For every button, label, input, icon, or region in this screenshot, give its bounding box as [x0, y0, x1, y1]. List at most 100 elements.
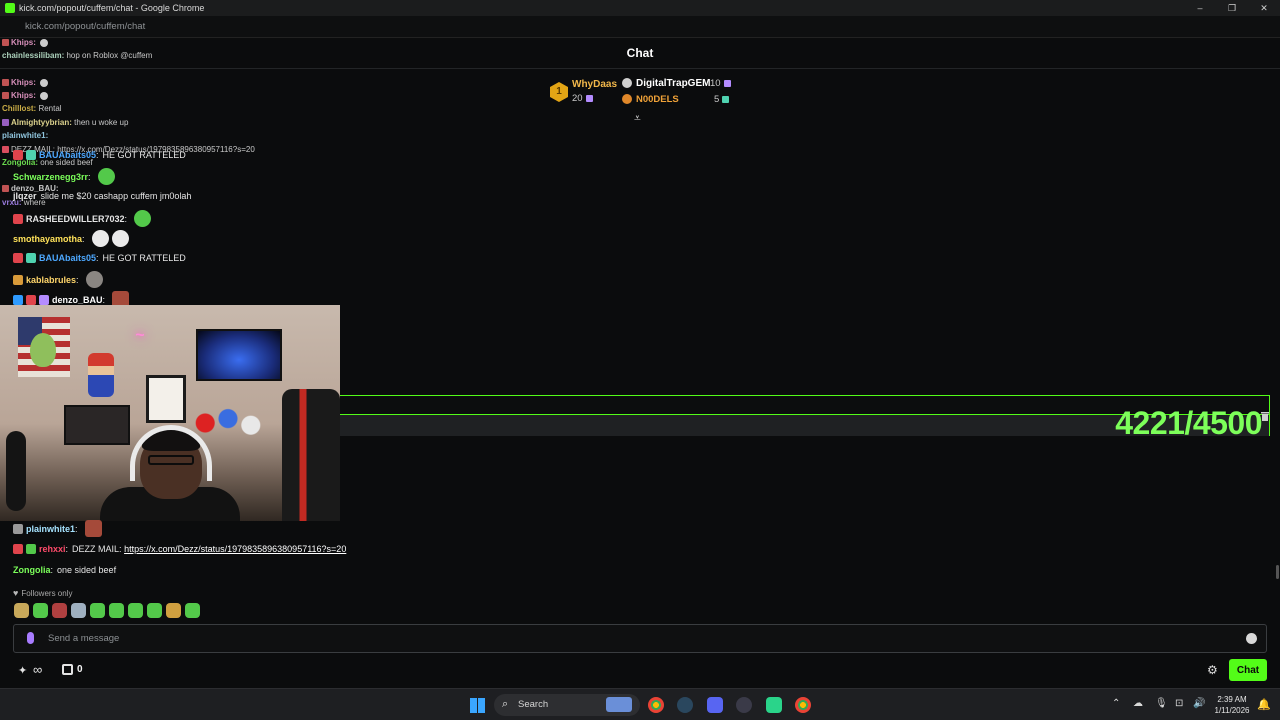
close-button[interactable]: ✕: [1248, 0, 1280, 16]
address-bar[interactable]: kick.com/popout/cuffem/chat: [0, 16, 1280, 38]
subscriber-badge-icon: [13, 253, 23, 263]
gifter-badge-icon: [26, 253, 36, 263]
mic-icon[interactable]: 🎙: [1155, 698, 1168, 709]
chat-username[interactable]: denzo_BAU: [52, 295, 103, 305]
message-input[interactable]: Send a message: [13, 624, 1267, 653]
leaderboard-third-name[interactable]: N00DELS: [636, 94, 679, 105]
chat-message[interactable]: BAUAbaits05: HE GOT RATTELED: [13, 253, 186, 263]
emote-icon: [97, 168, 115, 185]
subscriber-badge-icon: [13, 523, 23, 534]
leaderboard-second-name[interactable]: DigitalTrapGEM: [636, 78, 710, 89]
chevron-up-icon[interactable]: ⌃: [1112, 698, 1120, 709]
emote-icon[interactable]: [90, 603, 105, 618]
scrollbar[interactable]: [1276, 565, 1279, 579]
chat-message[interactable]: rehxxi: DEZZ MAIL: https://x.com/Dezz/st…: [13, 544, 346, 554]
chat-footer: ✦ ∞ 0 ⚙ Chat: [0, 658, 1280, 684]
chat-message[interactable]: Schwarzenegg3rr:: [13, 168, 115, 185]
chat-username[interactable]: rehxxi: [39, 544, 66, 554]
gear-icon[interactable]: ⚙: [1207, 663, 1218, 677]
chat-message[interactable]: BAUAbaits05: HE GOT RATTELED: [13, 150, 186, 160]
chat-username[interactable]: smothayamotha: [13, 234, 82, 244]
windows-taskbar: ⌕ Search ⌃ ☁ 🎙 ⊡ 🔊 2:39 AM 1/11/2026 🔔: [0, 688, 1280, 720]
discord-icon[interactable]: [707, 697, 723, 713]
leaderboard-first-value: 20: [572, 93, 593, 104]
notification-icon[interactable]: 🔔: [1257, 698, 1271, 711]
app-icon[interactable]: [766, 697, 782, 713]
moderator-badge-icon: [13, 294, 23, 305]
taskbar-search[interactable]: ⌕ Search: [494, 694, 640, 716]
alien-plush: [30, 333, 56, 367]
chat-username[interactable]: jlqzer: [13, 191, 37, 201]
search-icon: ⌕: [502, 698, 509, 710]
subscriber-badge-icon: [26, 294, 36, 305]
browser-title-bar[interactable]: kick.com/popout/cuffem/chat - Google Chr…: [0, 0, 1280, 16]
chat-message[interactable]: kablabrules:: [13, 271, 103, 288]
chat-username[interactable]: kablabrules: [26, 275, 76, 285]
network-icon[interactable]: ⊡: [1175, 698, 1183, 709]
chat-message[interactable]: smothayamotha:: [13, 230, 129, 247]
chat-send-button[interactable]: Chat: [1229, 659, 1267, 681]
gift-icon[interactable]: ✦: [18, 664, 27, 677]
store-icon[interactable]: [62, 664, 73, 675]
address-text[interactable]: kick.com/popout/cuffem/chat: [25, 21, 145, 32]
overlay-message: Khips:: [2, 38, 49, 47]
rank-three-badge-icon: [622, 94, 632, 104]
chat-username[interactable]: Schwarzenegg3rr: [13, 172, 88, 182]
kicks-icon: [723, 79, 731, 87]
quick-emote-bar: [14, 603, 200, 618]
chat-text: HE GOT RATTELED: [102, 253, 186, 263]
chrome-icon[interactable]: [795, 697, 811, 713]
overlay-message: plainwhite1:: [2, 131, 49, 140]
kicks-icon: [585, 94, 593, 102]
overlay-message: Chilllost: Rental: [2, 104, 62, 113]
windows-start-icon[interactable]: [470, 698, 485, 713]
subscriber-badge-icon: [13, 150, 23, 160]
leaderboard-first-name[interactable]: WhyDaas: [572, 79, 617, 90]
emote-icon[interactable]: [166, 603, 181, 618]
chat-message[interactable]: RASHEEDWILLER7032:: [13, 210, 152, 227]
chat-header: Chat: [0, 38, 1280, 69]
leaderboard-third-value: 5: [714, 94, 730, 105]
chat-message[interactable]: plainwhite1:: [13, 520, 102, 537]
subscriber-badge-icon: [13, 274, 23, 285]
chat-username[interactable]: Zongolia: [13, 565, 51, 575]
chat-message[interactable]: Zongolia: one sided beef: [13, 565, 116, 575]
subscriber-badge-icon: [13, 544, 23, 554]
emoji-icon[interactable]: [1246, 633, 1257, 644]
volume-icon[interactable]: 🔊: [1193, 698, 1205, 709]
chat-username[interactable]: BAUAbaits05: [39, 150, 96, 160]
chat-text: HE GOT RATTELED: [102, 150, 186, 160]
chat-username[interactable]: BAUAbaits05: [39, 253, 96, 263]
emote-icon[interactable]: [185, 603, 200, 618]
emote-icon[interactable]: [14, 603, 29, 618]
emote-icon[interactable]: [147, 603, 162, 618]
emote-icon[interactable]: [33, 603, 48, 618]
chat-message[interactable]: jlqzer slide me $20 cashapp cuffem jm0ol…: [13, 191, 191, 201]
cloud-icon[interactable]: ☁: [1133, 698, 1143, 709]
gifter-badge-icon: [26, 150, 36, 160]
chat-username[interactable]: RASHEEDWILLER7032: [26, 214, 125, 224]
mic-icon[interactable]: [27, 632, 34, 644]
chrome-icon[interactable]: [648, 697, 664, 713]
emote-icon[interactable]: [71, 603, 86, 618]
store-count: 0: [77, 664, 83, 675]
emote-icon[interactable]: [52, 603, 67, 618]
infinity-icon[interactable]: ∞: [33, 662, 42, 677]
gifter-badge-icon: [39, 294, 49, 305]
clock-time: 2:39 AM: [1217, 695, 1247, 704]
steam-icon[interactable]: [677, 697, 693, 713]
minimize-button[interactable]: –: [1184, 0, 1216, 16]
system-clock[interactable]: 2:39 AM 1/11/2026: [1212, 694, 1252, 716]
emote-icon[interactable]: [128, 603, 143, 618]
neon-sign: ~: [135, 327, 145, 344]
overlay-message: Khips:: [2, 78, 49, 87]
chat-link[interactable]: https://x.com/Dezz/status/19798358963809…: [124, 544, 346, 554]
restore-button[interactable]: ❐: [1216, 0, 1248, 16]
trash-icon[interactable]: [1260, 410, 1270, 422]
wall-tv: [196, 329, 282, 381]
emote-icon[interactable]: [109, 603, 124, 618]
search-highlight-icon: [606, 697, 632, 712]
chat-username[interactable]: plainwhite1: [26, 524, 75, 534]
chevron-down-icon[interactable]: ⩡: [634, 111, 641, 126]
app-icon[interactable]: [736, 697, 752, 713]
